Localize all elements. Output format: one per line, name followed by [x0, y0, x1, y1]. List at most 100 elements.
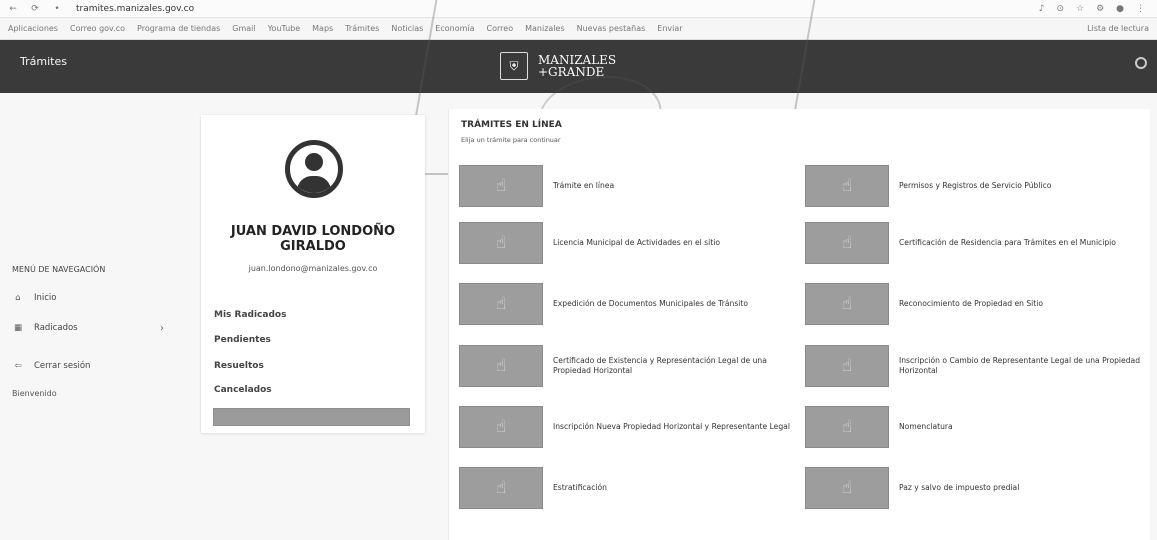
bookmark-economy[interactable]: Economía: [435, 24, 474, 33]
profile-menu-cancelados[interactable]: Cancelados: [214, 385, 272, 395]
logo-line-2: +GRANDE: [538, 65, 605, 79]
avatar: [285, 140, 343, 198]
sidebar: MENÚ DE NAVEGACIÓN ⌂ Inicio ▦ Radicados …: [0, 93, 190, 540]
tramite-card-1[interactable]: ☝ Trámite en línea: [459, 165, 795, 207]
bookmark-mail[interactable]: Correo gov.co: [70, 24, 125, 33]
tramite-label[interactable]: Licencia Municipal de Actividades en el …: [553, 238, 795, 248]
back-icon[interactable]: ←: [6, 4, 20, 14]
tramite-thumbnail[interactable]: ☝: [459, 283, 543, 325]
hand-pointer-icon: ☝: [495, 294, 507, 314]
lock-icon: •: [54, 3, 60, 14]
tramite-card-3[interactable]: ☝ Expedición de Documentos Municipales d…: [459, 283, 795, 325]
bookmark-manizales[interactable]: Manizales: [525, 24, 565, 33]
tramite-thumbnail[interactable]: ☝: [805, 165, 889, 207]
tramite-label[interactable]: Trámite en línea: [553, 181, 795, 191]
more-icon[interactable]: ⋮: [1136, 4, 1145, 14]
hand-pointer-icon: ☝: [841, 417, 853, 437]
hand-pointer-icon: ☝: [841, 176, 853, 196]
tramite-label[interactable]: Reconocimiento de Propiedad en Sitio: [899, 299, 1141, 309]
tramite-label[interactable]: Estratificación: [553, 483, 795, 493]
tramite-thumbnail[interactable]: ☝: [805, 406, 889, 448]
tramite-card-10[interactable]: ☝ Inscripción o Cambio de Representante …: [805, 345, 1141, 387]
sidebar-item-label: Radicados: [34, 323, 78, 333]
tramite-thumbnail[interactable]: ☝: [805, 222, 889, 264]
tramite-card-9[interactable]: ☝ Reconocimiento de Propiedad en Sitio: [805, 283, 1141, 325]
tramite-card-7[interactable]: ☝ Permisos y Registros de Servicio Públi…: [805, 165, 1141, 207]
bookmark-newtabs[interactable]: Nuevas pestañas: [577, 24, 646, 33]
bookmark-shops[interactable]: Programa de tiendas: [137, 24, 220, 33]
sound-icon[interactable]: ♪: [1039, 4, 1045, 14]
tramite-card-4[interactable]: ☝ Certificado de Existencia y Representa…: [459, 345, 795, 387]
sidebar-footer: Bienvenido: [12, 389, 57, 398]
tramite-label[interactable]: Certificado de Existencia y Representaci…: [553, 356, 795, 376]
profile-icon[interactable]: ●: [1116, 4, 1124, 14]
tramites-panel: TRÁMITES EN LÍNEA Elija un trámite para …: [448, 109, 1150, 540]
tramite-label[interactable]: Expedición de Documentos Municipales de …: [553, 299, 795, 309]
tramite-thumbnail[interactable]: ☝: [459, 467, 543, 509]
tramite-label[interactable]: Permisos y Registros de Servicio Público: [899, 181, 1141, 191]
tramite-card-2[interactable]: ☝ Licencia Municipal de Actividades en e…: [459, 222, 795, 264]
avatar-head: [305, 153, 323, 171]
tramite-card-11[interactable]: ☝ Nomenclatura: [805, 406, 1141, 448]
hand-pointer-icon: ☝: [495, 356, 507, 376]
tramite-label[interactable]: Certificación de Residencia para Trámite…: [899, 238, 1141, 248]
page-title: Trámites: [20, 55, 67, 68]
extension-icon[interactable]: ⊙: [1056, 4, 1064, 14]
tramite-label[interactable]: Inscripción o Cambio de Representante Le…: [899, 356, 1141, 376]
tramite-thumbnail[interactable]: ☝: [459, 165, 543, 207]
bookmark-send[interactable]: Enviar: [657, 24, 682, 33]
crest-icon: ⛨: [500, 52, 528, 80]
tramite-thumbnail[interactable]: ☝: [459, 222, 543, 264]
reload-icon[interactable]: ⟳: [28, 4, 42, 14]
tramite-card-12[interactable]: ☝ Paz y salvo de impuesto predial: [805, 467, 1141, 509]
reading-list[interactable]: Lista de lectura: [1087, 24, 1157, 33]
url-text[interactable]: tramites.manizales.gov.co: [76, 4, 194, 14]
chevron-right-icon: ›: [160, 322, 164, 334]
profile-menu-pendientes[interactable]: Pendientes: [214, 335, 271, 345]
sidebar-item-logout[interactable]: ⇦ Cerrar sesión: [12, 361, 90, 371]
grid-icon: ▦: [13, 323, 23, 333]
hand-pointer-icon: ☝: [841, 478, 853, 498]
bookmark-youtube[interactable]: YouTube: [268, 24, 301, 33]
bookmark-apps[interactable]: Aplicaciones: [8, 24, 58, 33]
sidebar-section-label: MENÚ DE NAVEGACIÓN: [12, 265, 106, 274]
tramite-label[interactable]: Inscripción Nueva Propiedad Horizontal y…: [553, 422, 795, 432]
bookmarks-bar: Aplicaciones Correo gov.co Programa de t…: [0, 18, 1157, 40]
avatar-body: [297, 176, 331, 193]
profile-card: JUAN DAVID LONDOÑO GIRALDO juan.londono@…: [201, 115, 425, 433]
brand-logo: ⛨ MANIZALES +GRANDE: [500, 52, 616, 80]
app-header: Trámites ⛨ MANIZALES +GRANDE: [0, 40, 1157, 93]
tramite-thumbnail[interactable]: ☝: [805, 467, 889, 509]
tramite-card-5[interactable]: ☝ Inscripción Nueva Propiedad Horizontal…: [459, 406, 795, 448]
sidebar-item-inicio[interactable]: ⌂ Inicio: [12, 293, 56, 303]
bookmark-maps[interactable]: Maps: [312, 24, 333, 33]
tramite-thumbnail[interactable]: ☝: [805, 283, 889, 325]
bookmark-mail-2[interactable]: Correo: [487, 24, 514, 33]
bookmark-news[interactable]: Noticias: [391, 24, 423, 33]
section-subtitle: Elija un trámite para continuar: [461, 136, 561, 144]
tramite-thumbnail[interactable]: ☝: [459, 406, 543, 448]
tramite-thumbnail[interactable]: ☝: [459, 345, 543, 387]
profile-menu-resueltos[interactable]: Resueltos: [214, 361, 264, 371]
profile-action-button[interactable]: [213, 408, 410, 426]
tramite-label[interactable]: Nomenclatura: [899, 422, 1141, 432]
bookmark-gmail[interactable]: Gmail: [232, 24, 255, 33]
browser-controls: ♪ ⊙ ☆ ⚙ ● ⋮: [1039, 4, 1157, 14]
sidebar-item-radicados[interactable]: ▦ Radicados ›: [12, 323, 164, 334]
settings-icon[interactable]: ⚙: [1096, 4, 1104, 14]
tramite-thumbnail[interactable]: ☝: [805, 345, 889, 387]
hand-pointer-icon: ☝: [495, 417, 507, 437]
section-title: TRÁMITES EN LÍNEA: [461, 120, 562, 130]
hand-pointer-icon: ☝: [495, 233, 507, 253]
user-name: JUAN DAVID LONDOÑO GIRALDO: [230, 224, 396, 254]
profile-menu-mis-radicados[interactable]: Mis Radicados: [214, 310, 286, 320]
hand-pointer-icon: ☝: [841, 294, 853, 314]
user-menu-icon[interactable]: [1135, 57, 1147, 69]
hand-pointer-icon: ☝: [841, 356, 853, 376]
logout-icon: ⇦: [14, 361, 22, 371]
tramite-card-8[interactable]: ☝ Certificación de Residencia para Trámi…: [805, 222, 1141, 264]
bookmark-tramites[interactable]: Trámites: [345, 24, 379, 33]
tramite-card-6[interactable]: ☝ Estratificación: [459, 467, 795, 509]
star-icon[interactable]: ☆: [1076, 4, 1084, 14]
tramite-label[interactable]: Paz y salvo de impuesto predial: [899, 483, 1141, 493]
